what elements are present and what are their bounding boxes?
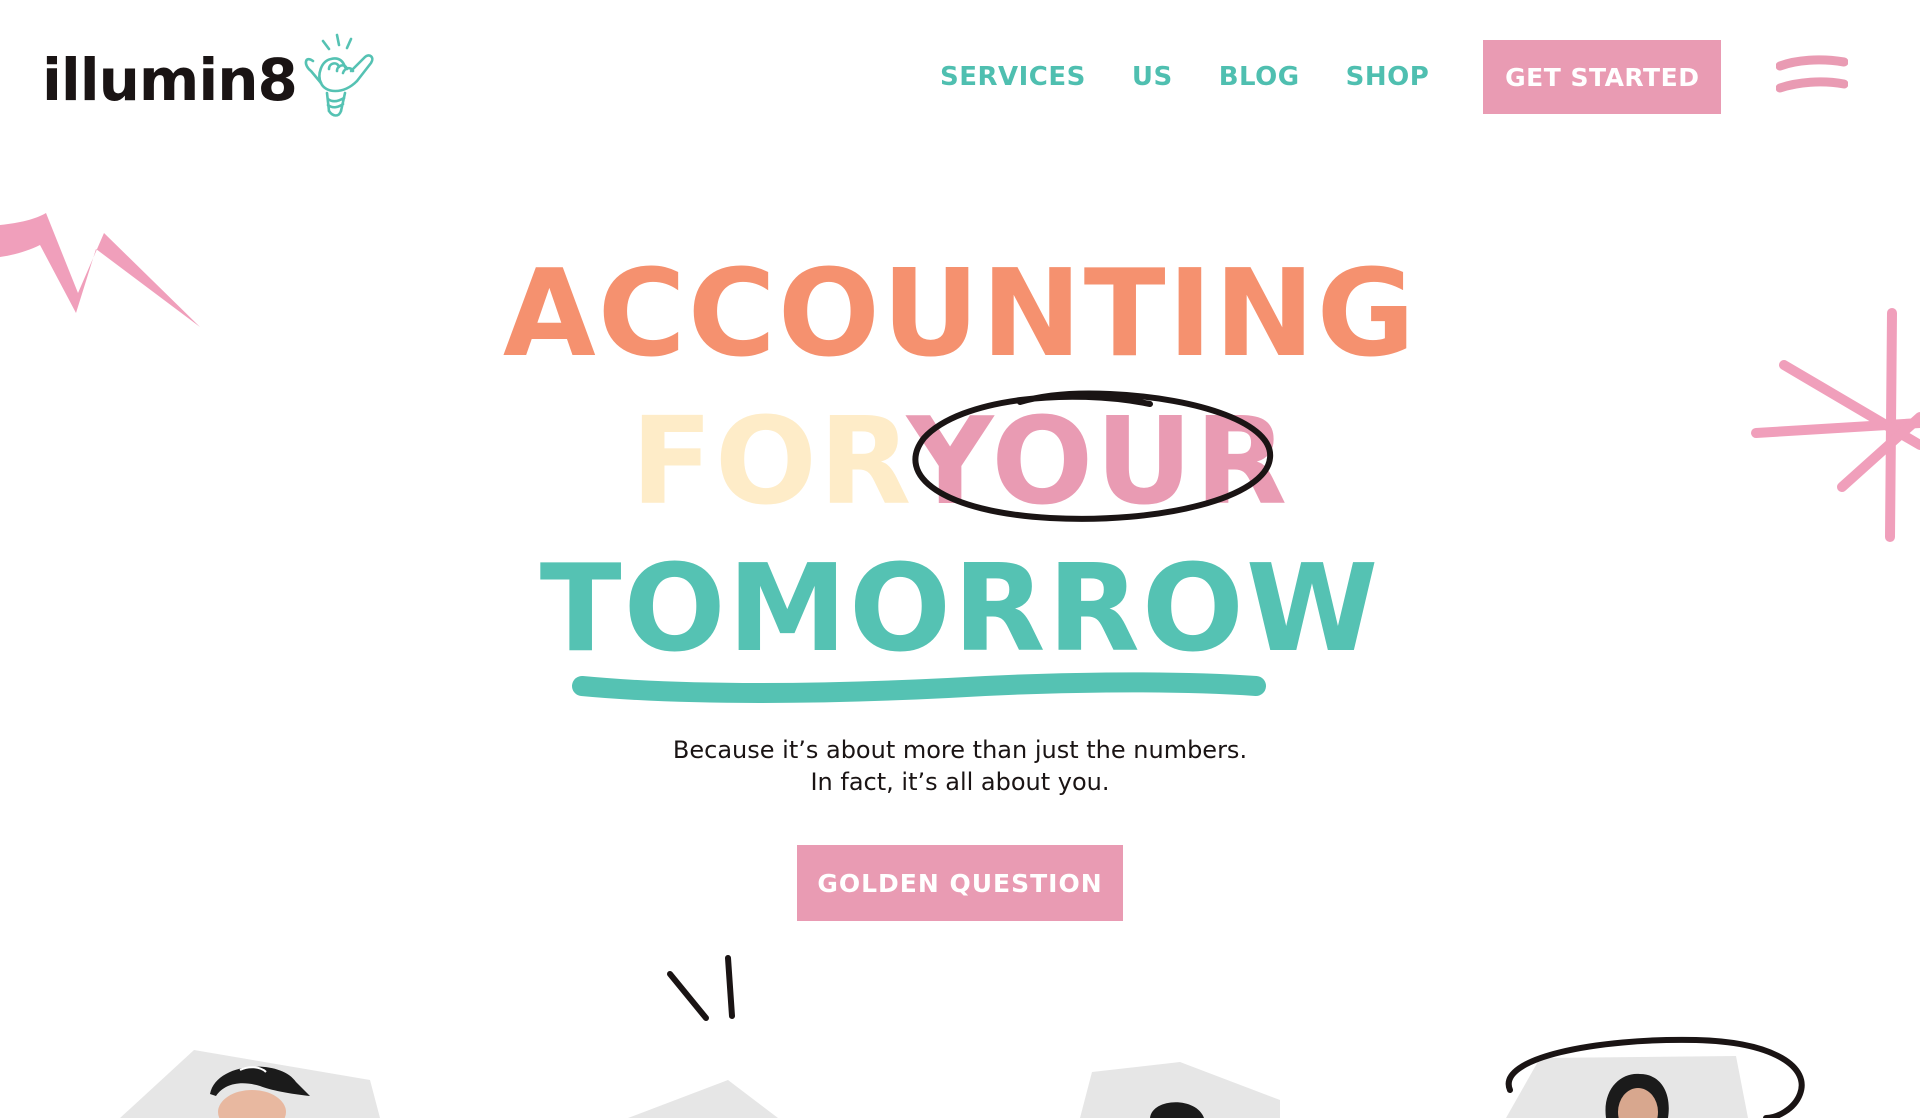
tick-marks-doodle (667, 955, 735, 1021)
team-photo-1 (120, 1050, 380, 1118)
nav-us[interactable]: US (1132, 62, 1173, 92)
team-photo-4 (1505, 1036, 1805, 1118)
hero-word-for: FOR (630, 393, 907, 532)
nav-shop[interactable]: SHOP (1346, 62, 1430, 92)
team-photo-2 (628, 1080, 778, 1118)
main-nav: SERVICES US BLOG SHOP GET STARTED (940, 40, 1722, 114)
nav-blog[interactable]: BLOG (1219, 62, 1300, 92)
hero-line-accounting: ACCOUNTING (502, 245, 1418, 384)
teal-underline-doodle (572, 672, 1266, 703)
hero-line-tomorrow: TOMORROW (539, 540, 1381, 679)
golden-question-button[interactable]: GOLDEN QUESTION (797, 845, 1123, 921)
page: illumin8 SERVICES US BLOG SHOP GET START… (0, 0, 1920, 1118)
menu-icon[interactable] (1776, 54, 1848, 98)
team-photo-3 (1080, 1062, 1280, 1118)
hero-subtitle-line2: In fact, it’s all about you. (810, 768, 1110, 796)
circle-scribble-doodle (912, 390, 1274, 522)
logo-link[interactable]: illumin8 (42, 30, 381, 130)
logo-wordmark: illumin8 (42, 46, 298, 114)
nav-services[interactable]: SERVICES (940, 62, 1086, 92)
get-started-button[interactable]: GET STARTED (1483, 40, 1722, 114)
hero-subtitle-line1: Because it’s about more than just the nu… (672, 736, 1248, 764)
shaka-hand-lightbulb-icon (304, 33, 374, 117)
